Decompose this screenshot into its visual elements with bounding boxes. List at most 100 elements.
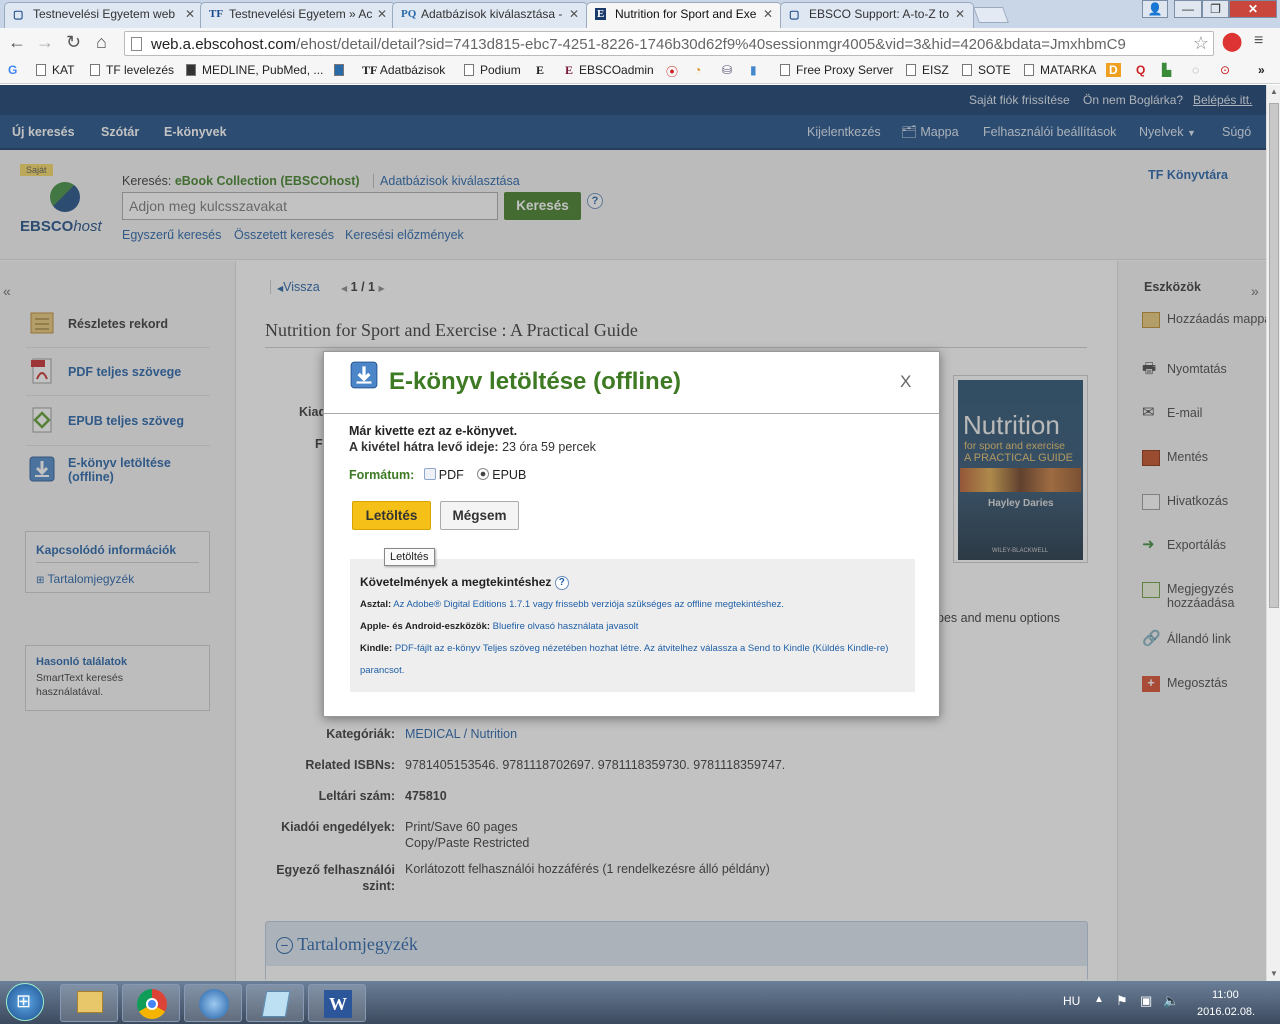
remaining-time: A kivétel hátra levő ideje: 23 óra 59 pe… — [349, 440, 596, 454]
browser-tab[interactable]: ▢ EBSCO Support: A-to-Z to ✕ — [780, 2, 974, 28]
thunderbird-taskbar-button[interactable] — [184, 984, 242, 1022]
notepad-taskbar-button[interactable] — [246, 984, 304, 1022]
download-icon — [350, 361, 378, 389]
dialog-title: E-könyv letöltése (offline) — [389, 368, 682, 395]
page-icon — [780, 64, 790, 76]
tab-close-icon[interactable]: ✕ — [955, 7, 965, 21]
user-icon[interactable]: 👤 — [1142, 0, 1168, 18]
page-icon — [90, 64, 100, 76]
start-button[interactable]: ⊞ — [6, 983, 44, 1021]
bookmark[interactable]: Free Proxy Server — [780, 63, 893, 77]
clock-date[interactable]: 2016.02.08. — [1197, 1006, 1255, 1018]
bookmark[interactable]: SOTE — [962, 63, 1011, 77]
reload-icon[interactable]: ↻ — [66, 32, 81, 53]
more-bookmarks-icon[interactable]: » — [1258, 63, 1265, 77]
tab-title: EBSCO Support: A-to-Z to — [809, 7, 950, 21]
google-icon[interactable]: G — [8, 63, 17, 77]
new-tab-button[interactable] — [973, 7, 1009, 23]
bookmark[interactable]: KAT — [36, 63, 74, 77]
bookmark[interactable]: Podium — [464, 63, 521, 77]
word-taskbar-button[interactable]: W — [308, 984, 366, 1022]
cancel-button[interactable]: Mégsem — [440, 501, 519, 530]
browser-tab[interactable]: TF Testnevelési Egyetem » Ac ✕ — [200, 2, 396, 28]
url-text: web.a.ebscohost.com/ehost/detail/detail?… — [151, 36, 1191, 53]
url-host: web.a.ebscohost.com — [151, 36, 297, 53]
chrome-taskbar-button[interactable] — [122, 984, 180, 1022]
network-icon[interactable]: ▣ — [1140, 993, 1152, 1009]
close-window-button[interactable]: ✕ — [1229, 0, 1277, 18]
help-icon[interactable]: ? — [554, 576, 569, 590]
home-icon[interactable]: ⌂ — [96, 32, 107, 53]
minimize-button[interactable]: — — [1174, 0, 1202, 18]
requirements-panel: Követelmények a megtekintéshez ? Asztal:… — [350, 559, 915, 692]
forward-arrow-icon[interactable]: → — [36, 32, 54, 53]
requirement-link[interactable]: Bluefire olvasó használata javasolt — [493, 621, 639, 632]
format-label: Formátum: — [349, 468, 415, 482]
page-scrollbar[interactable]: ▲ ▼ — [1266, 85, 1280, 981]
bookmark[interactable]: EISZ — [906, 63, 949, 77]
bookmark[interactable]: MATARKA — [1024, 63, 1096, 77]
pdf-checkbox[interactable] — [423, 468, 436, 480]
download-button[interactable]: Letöltés — [352, 501, 431, 530]
bookmark[interactable]: TF levelezés — [90, 63, 174, 77]
volume-muted-icon[interactable]: 🔈 — [1163, 993, 1179, 1009]
browser-tab-active[interactable]: E Nutrition for Sport and Exe ✕ — [586, 2, 782, 28]
browser-tab[interactable]: ▢ Testnevelési Egyetem web ✕ — [4, 2, 204, 28]
bookmark-icon[interactable]: ⦿ — [666, 63, 678, 80]
dialog-header: E-könyv letöltése (offline) X — [324, 352, 939, 414]
maximize-button[interactable]: ❐ — [1202, 0, 1229, 18]
tab-close-icon[interactable]: ✕ — [763, 7, 773, 21]
browser-tab[interactable]: PQ Adatbázisok kiválasztása - ✕ — [392, 2, 588, 28]
page-icon: ▢ — [789, 9, 800, 21]
tray-expand-icon[interactable]: ▲ — [1094, 994, 1104, 1005]
bookmark-icon[interactable]: ◌ — [1192, 63, 1199, 77]
clock-time[interactable]: 11:00 — [1212, 989, 1239, 1001]
bookmark[interactable] — [334, 63, 350, 77]
requirement-mobile: Apple- és Android-eszközök: Bluefire olv… — [360, 621, 639, 632]
format-epub-label: EPUB — [492, 468, 527, 482]
star-icon[interactable]: ☆ — [1193, 33, 1209, 54]
requirement-desktop: Asztal: Az Adobe® Digital Editions 1.7.1… — [360, 599, 785, 610]
page-icon: ▢ — [13, 9, 24, 21]
bookmark-icon — [334, 64, 344, 76]
tab-close-icon[interactable]: ✕ — [569, 7, 579, 21]
bookmark-icon[interactable]: D — [1106, 63, 1121, 77]
requirements-heading: Követelmények a megtekintéshez ? — [360, 575, 569, 590]
tab-title: Testnevelési Egyetem web — [33, 7, 176, 21]
menu-icon[interactable]: ≡ — [1254, 32, 1263, 50]
epub-radio[interactable] — [477, 468, 490, 480]
tab-close-icon[interactable]: ✕ — [185, 7, 195, 21]
flag-icon[interactable]: ⚑ — [1116, 993, 1128, 1009]
bookmark-icon[interactable]: ▙ — [1162, 63, 1171, 77]
format-pdf-label: PDF — [438, 468, 464, 482]
explorer-taskbar-button[interactable] — [60, 984, 118, 1022]
requirement-kindle: Kindle: PDF-fájlt az e-könyv Teljes szöv… — [360, 643, 889, 676]
requirement-link[interactable]: Az Adobe® Digital Editions 1.7.1 vagy fr… — [393, 599, 784, 610]
database-icon[interactable]: ⛁ — [722, 63, 732, 77]
page-icon — [1024, 64, 1034, 76]
bookmark-icon[interactable]: ⊙ — [1220, 63, 1230, 77]
close-button[interactable]: X — [900, 372, 911, 392]
tab-close-icon[interactable]: ✕ — [377, 7, 387, 21]
address-bar[interactable]: web.a.ebscohost.com/ehost/detail/detail?… — [124, 31, 1214, 56]
tab-favicon: PQ — [401, 8, 417, 20]
language-indicator[interactable]: HU — [1063, 994, 1080, 1008]
scrollbar-thumb[interactable] — [1269, 103, 1279, 608]
ebsco-bookmark-icon[interactable]: E — [536, 63, 544, 78]
dialog-body: Már kivette ezt az e-könyvet. A kivétel … — [349, 424, 919, 482]
word-icon: W — [324, 990, 352, 1018]
bookmark[interactable]: E EBSCOadmin — [565, 63, 654, 78]
back-arrow-icon[interactable]: ← — [8, 32, 26, 53]
bookmark[interactable]: MEDLINE, PubMed, ... — [186, 63, 323, 77]
scroll-down-icon[interactable]: ▼ — [1270, 969, 1278, 978]
windows-logo-icon: ⊞ — [16, 991, 32, 1011]
bookmark-icon[interactable]: Q — [1136, 63, 1145, 77]
extension-icon[interactable]: ⬤ — [1222, 31, 1242, 52]
requirement-link[interactable]: PDF-fájlt az e-könyv Teljes szöveg nézet… — [360, 643, 888, 676]
scroll-up-icon[interactable]: ▲ — [1270, 87, 1278, 96]
bookmark-icon[interactable]: ◔ — [694, 63, 701, 77]
chrome-icon — [137, 989, 167, 1019]
bookmark[interactable]: TF Adatbázisok — [362, 63, 445, 78]
tab-title: Adatbázisok kiválasztása - — [421, 7, 563, 21]
bookmark-icon[interactable]: ▮ — [750, 63, 757, 77]
